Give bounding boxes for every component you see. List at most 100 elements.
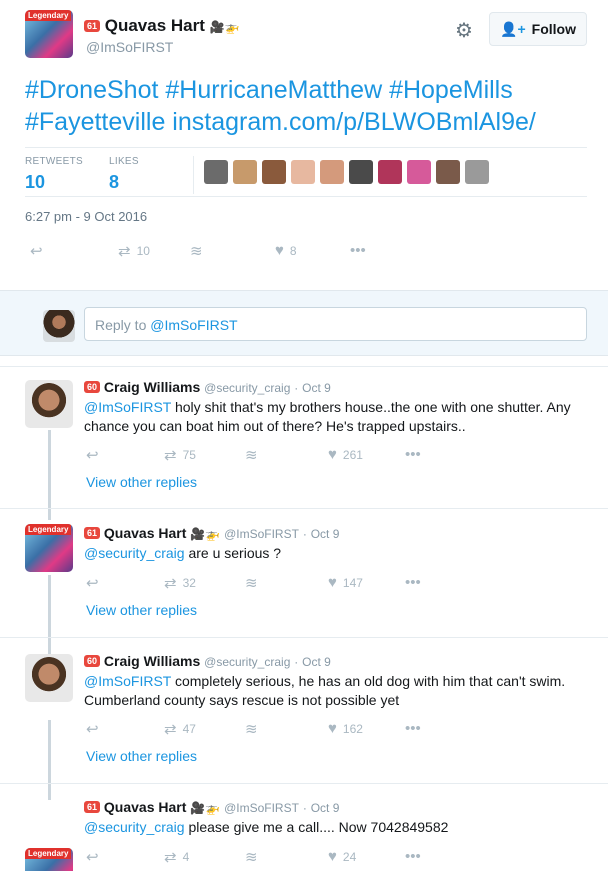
reply-icon[interactable]: ↩ — [86, 720, 99, 738]
divider — [0, 783, 608, 784]
reply-icon[interactable]: ↩ — [86, 574, 99, 592]
retweet-count: 10 — [136, 244, 150, 258]
name-emoji: 🎥🚁 — [209, 20, 240, 34]
reply-author-name[interactable]: Quavas Hart — [104, 799, 186, 815]
reply-handle[interactable]: @security_craig — [204, 381, 290, 395]
liker-avatar[interactable] — [320, 160, 344, 184]
reply-date[interactable]: Oct 9 — [311, 801, 340, 815]
separator: · — [302, 801, 307, 815]
reply-avatar[interactable] — [25, 654, 73, 702]
liker-avatar[interactable] — [291, 160, 315, 184]
reply-icon[interactable]: ↩ — [30, 242, 43, 260]
retweet-count: 75 — [182, 448, 196, 462]
retweet-action[interactable]: ⇄ 47 — [164, 720, 196, 738]
retweet-action[interactable]: ⇄ 75 — [164, 446, 196, 464]
like-count: 8 — [289, 243, 297, 258]
name-emoji: 🎥🚁 — [190, 527, 221, 541]
score-badge: 61 — [84, 801, 101, 813]
retweet-count: 47 — [182, 722, 196, 736]
mention-link[interactable]: @security_craig — [84, 819, 185, 835]
retweet-icon: ⇄ — [164, 447, 177, 464]
view-other-replies-link[interactable]: View other replies — [86, 748, 197, 764]
retweets-stat[interactable]: RETWEETS 10 — [25, 156, 83, 193]
like-action[interactable]: ♥ 162 — [328, 720, 363, 737]
view-other-replies-link[interactable]: View other replies — [86, 602, 197, 618]
like-count: 261 — [342, 447, 363, 462]
reply-avatar[interactable]: Legendary — [25, 524, 73, 572]
follow-label: Follow — [531, 21, 576, 37]
separator: · — [294, 381, 299, 395]
liker-avatar[interactable] — [378, 160, 402, 184]
thread-line — [48, 430, 51, 520]
divider — [0, 637, 608, 638]
likes-count: 8 — [109, 172, 120, 192]
divider — [25, 196, 587, 197]
reply-input[interactable]: Reply to @ImSoFIRST — [84, 307, 587, 341]
likers-avatars — [204, 160, 489, 184]
like-action[interactable]: ♥ 147 — [328, 574, 363, 591]
author-name[interactable]: Quavas Hart — [105, 16, 205, 35]
liker-avatar[interactable] — [262, 160, 286, 184]
stack-icon[interactable]: ≋ — [245, 848, 258, 866]
reply-author-name[interactable]: Quavas Hart — [104, 525, 186, 541]
retweet-action[interactable]: ⇄ 10 — [118, 242, 150, 260]
reply-handle[interactable]: @security_craig — [204, 655, 290, 669]
reply-avatar[interactable]: Legendary — [25, 848, 73, 871]
retweet-icon: ⇄ — [118, 243, 131, 260]
retweet-action[interactable]: ⇄ 4 — [164, 848, 189, 866]
like-action[interactable]: ♥ 261 — [328, 446, 363, 463]
liker-avatar[interactable] — [436, 160, 460, 184]
author-name-row[interactable]: 61 Quavas Hart 🎥🚁 — [84, 16, 240, 36]
reply-handle: @ImSoFIRST — [150, 317, 238, 333]
more-icon[interactable]: ••• — [405, 848, 421, 865]
retweet-action[interactable]: ⇄ 32 — [164, 574, 196, 592]
stack-icon[interactable]: ≋ — [245, 574, 258, 592]
reply-text: @security_craig please give me a call...… — [84, 818, 584, 837]
author-handle[interactable]: @ImSoFIRST — [86, 39, 173, 55]
divider — [0, 508, 608, 509]
stack-icon[interactable]: ≋ — [190, 242, 203, 260]
reply-date[interactable]: Oct 9 — [311, 527, 340, 541]
author-avatar[interactable]: Legendary — [25, 10, 73, 58]
liker-avatar[interactable] — [349, 160, 373, 184]
reply-date[interactable]: Oct 9 — [302, 381, 331, 395]
mention-link[interactable]: @security_craig — [84, 545, 185, 561]
retweets-label: RETWEETS — [25, 156, 83, 167]
liker-avatar[interactable] — [465, 160, 489, 184]
stack-icon[interactable]: ≋ — [245, 720, 258, 738]
liker-avatar[interactable] — [407, 160, 431, 184]
reply-icon[interactable]: ↩ — [86, 446, 99, 464]
gear-icon[interactable]: ⚙ — [455, 18, 473, 43]
reply-avatar[interactable] — [25, 380, 73, 428]
thread-line — [48, 575, 51, 655]
mention-link[interactable]: @ImSoFIRST — [84, 673, 171, 689]
more-icon[interactable]: ••• — [405, 574, 421, 591]
more-icon[interactable]: ••• — [405, 446, 421, 463]
reply-author-name[interactable]: Craig Williams — [104, 653, 200, 669]
mention-link[interactable]: @ImSoFIRST — [84, 399, 171, 415]
like-action[interactable]: ♥ 8 — [275, 242, 297, 259]
reply-date[interactable]: Oct 9 — [302, 655, 331, 669]
likes-stat[interactable]: LIKES 8 — [109, 156, 139, 193]
reply-handle[interactable]: @ImSoFIRST — [224, 527, 299, 541]
view-other-replies-link[interactable]: View other replies — [86, 474, 197, 490]
liker-avatar[interactable] — [204, 160, 228, 184]
more-icon[interactable]: ••• — [405, 720, 421, 737]
follow-button[interactable]: 👤+ Follow — [489, 12, 587, 46]
reply-handle[interactable]: @ImSoFIRST — [224, 801, 299, 815]
tweet-text[interactable]: #DroneShot #HurricaneMatthew #HopeMills … — [25, 74, 585, 138]
score-badge: 60 — [84, 655, 101, 667]
reply-icon[interactable]: ↩ — [86, 848, 99, 866]
reply-author-name[interactable]: Craig Williams — [104, 379, 200, 395]
liker-avatar[interactable] — [233, 160, 257, 184]
stack-icon[interactable]: ≋ — [245, 446, 258, 464]
more-icon[interactable]: ••• — [350, 242, 366, 259]
like-count: 24 — [342, 849, 357, 864]
tweet-timestamp[interactable]: 6:27 pm - 9 Oct 2016 — [25, 209, 147, 224]
avatar-legend-label: Legendary — [25, 848, 72, 859]
like-action[interactable]: ♥ 24 — [328, 848, 356, 865]
reply-header: 60 Craig Williams @security_craig · Oct … — [84, 379, 331, 395]
avatar-legend-label: Legendary — [25, 10, 72, 21]
heart-icon: ♥ — [275, 242, 284, 259]
heart-icon: ♥ — [328, 848, 337, 865]
